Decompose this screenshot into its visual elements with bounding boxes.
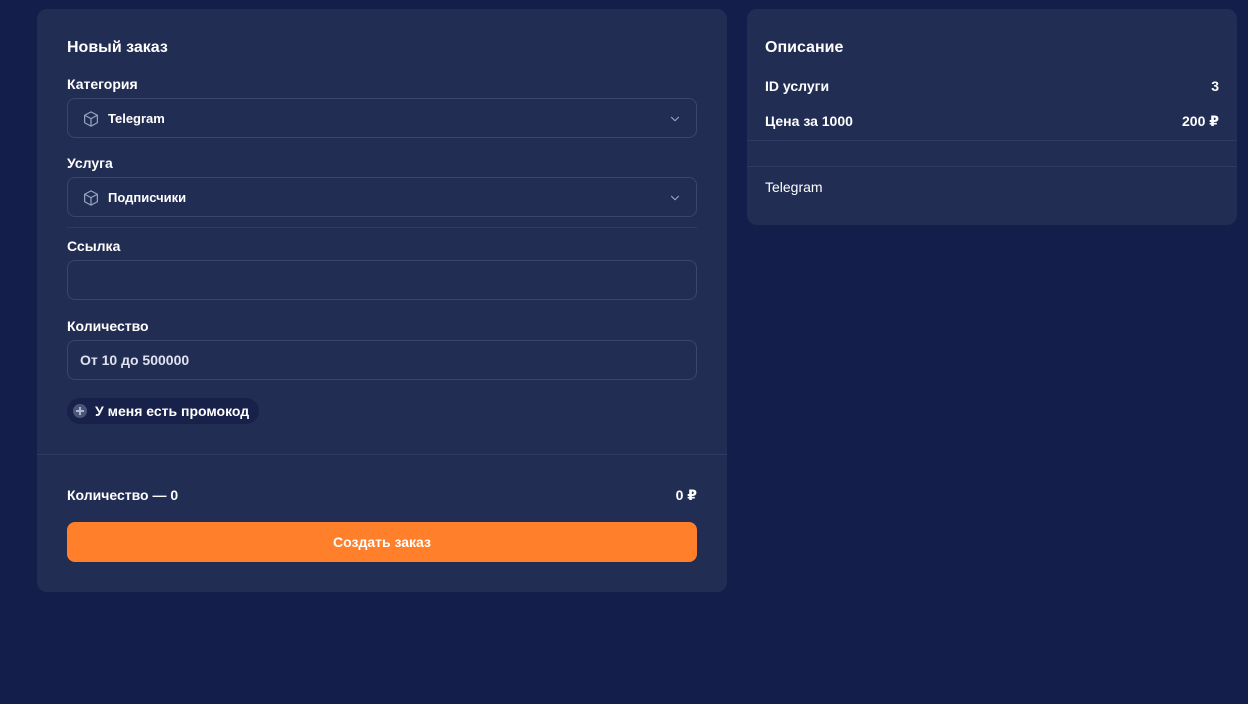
summary-total: 0 ₽ (675, 487, 697, 503)
create-order-button[interactable]: Создать заказ (67, 522, 697, 562)
link-label: Ссылка (67, 238, 121, 254)
service-select-value: Подписчики (108, 190, 187, 205)
chevron-down-icon (670, 195, 680, 201)
quantity-field[interactable] (67, 340, 697, 380)
service-select[interactable]: Подписчики (67, 177, 697, 217)
plus-circle-icon (73, 404, 87, 418)
description-card: Описание ID услуги 3 Цена за 1000 200 ₽ … (747, 9, 1237, 225)
form-divider (67, 227, 697, 228)
service-id-value: 3 (1211, 78, 1219, 94)
category-label: Категория (67, 76, 138, 92)
quantity-input[interactable] (68, 341, 696, 379)
order-card-title: Новый заказ (67, 39, 168, 56)
service-id-label: ID услуги (765, 78, 830, 94)
promo-code-toggle[interactable]: У меня есть промокод (67, 398, 260, 424)
promo-code-label: У меня есть промокод (95, 403, 250, 419)
quantity-label: Количество (67, 318, 149, 334)
category-select[interactable]: Telegram (67, 98, 697, 138)
price-value: 200 ₽ (1182, 113, 1219, 129)
link-field[interactable] (67, 260, 697, 300)
description-divider-top (747, 140, 1237, 141)
order-summary: Количество — 0 0 ₽ (67, 487, 697, 504)
service-id-row: ID услуги 3 (765, 78, 1219, 94)
cube-icon (84, 111, 98, 127)
link-input[interactable] (68, 261, 696, 299)
new-order-card: Новый заказ Категория Telegram Услуга По… (37, 9, 727, 592)
description-text: Telegram (765, 179, 823, 195)
summary-divider (37, 454, 727, 455)
price-row: Цена за 1000 200 ₽ (765, 113, 1219, 130)
cube-icon (84, 190, 98, 206)
service-label: Услуга (67, 155, 113, 171)
price-label: Цена за 1000 (765, 113, 853, 129)
description-title: Описание (765, 39, 844, 56)
description-divider-bottom (747, 166, 1237, 167)
category-select-value: Telegram (108, 111, 165, 126)
chevron-down-icon (670, 116, 680, 122)
summary-quantity: Количество — 0 (67, 487, 179, 503)
